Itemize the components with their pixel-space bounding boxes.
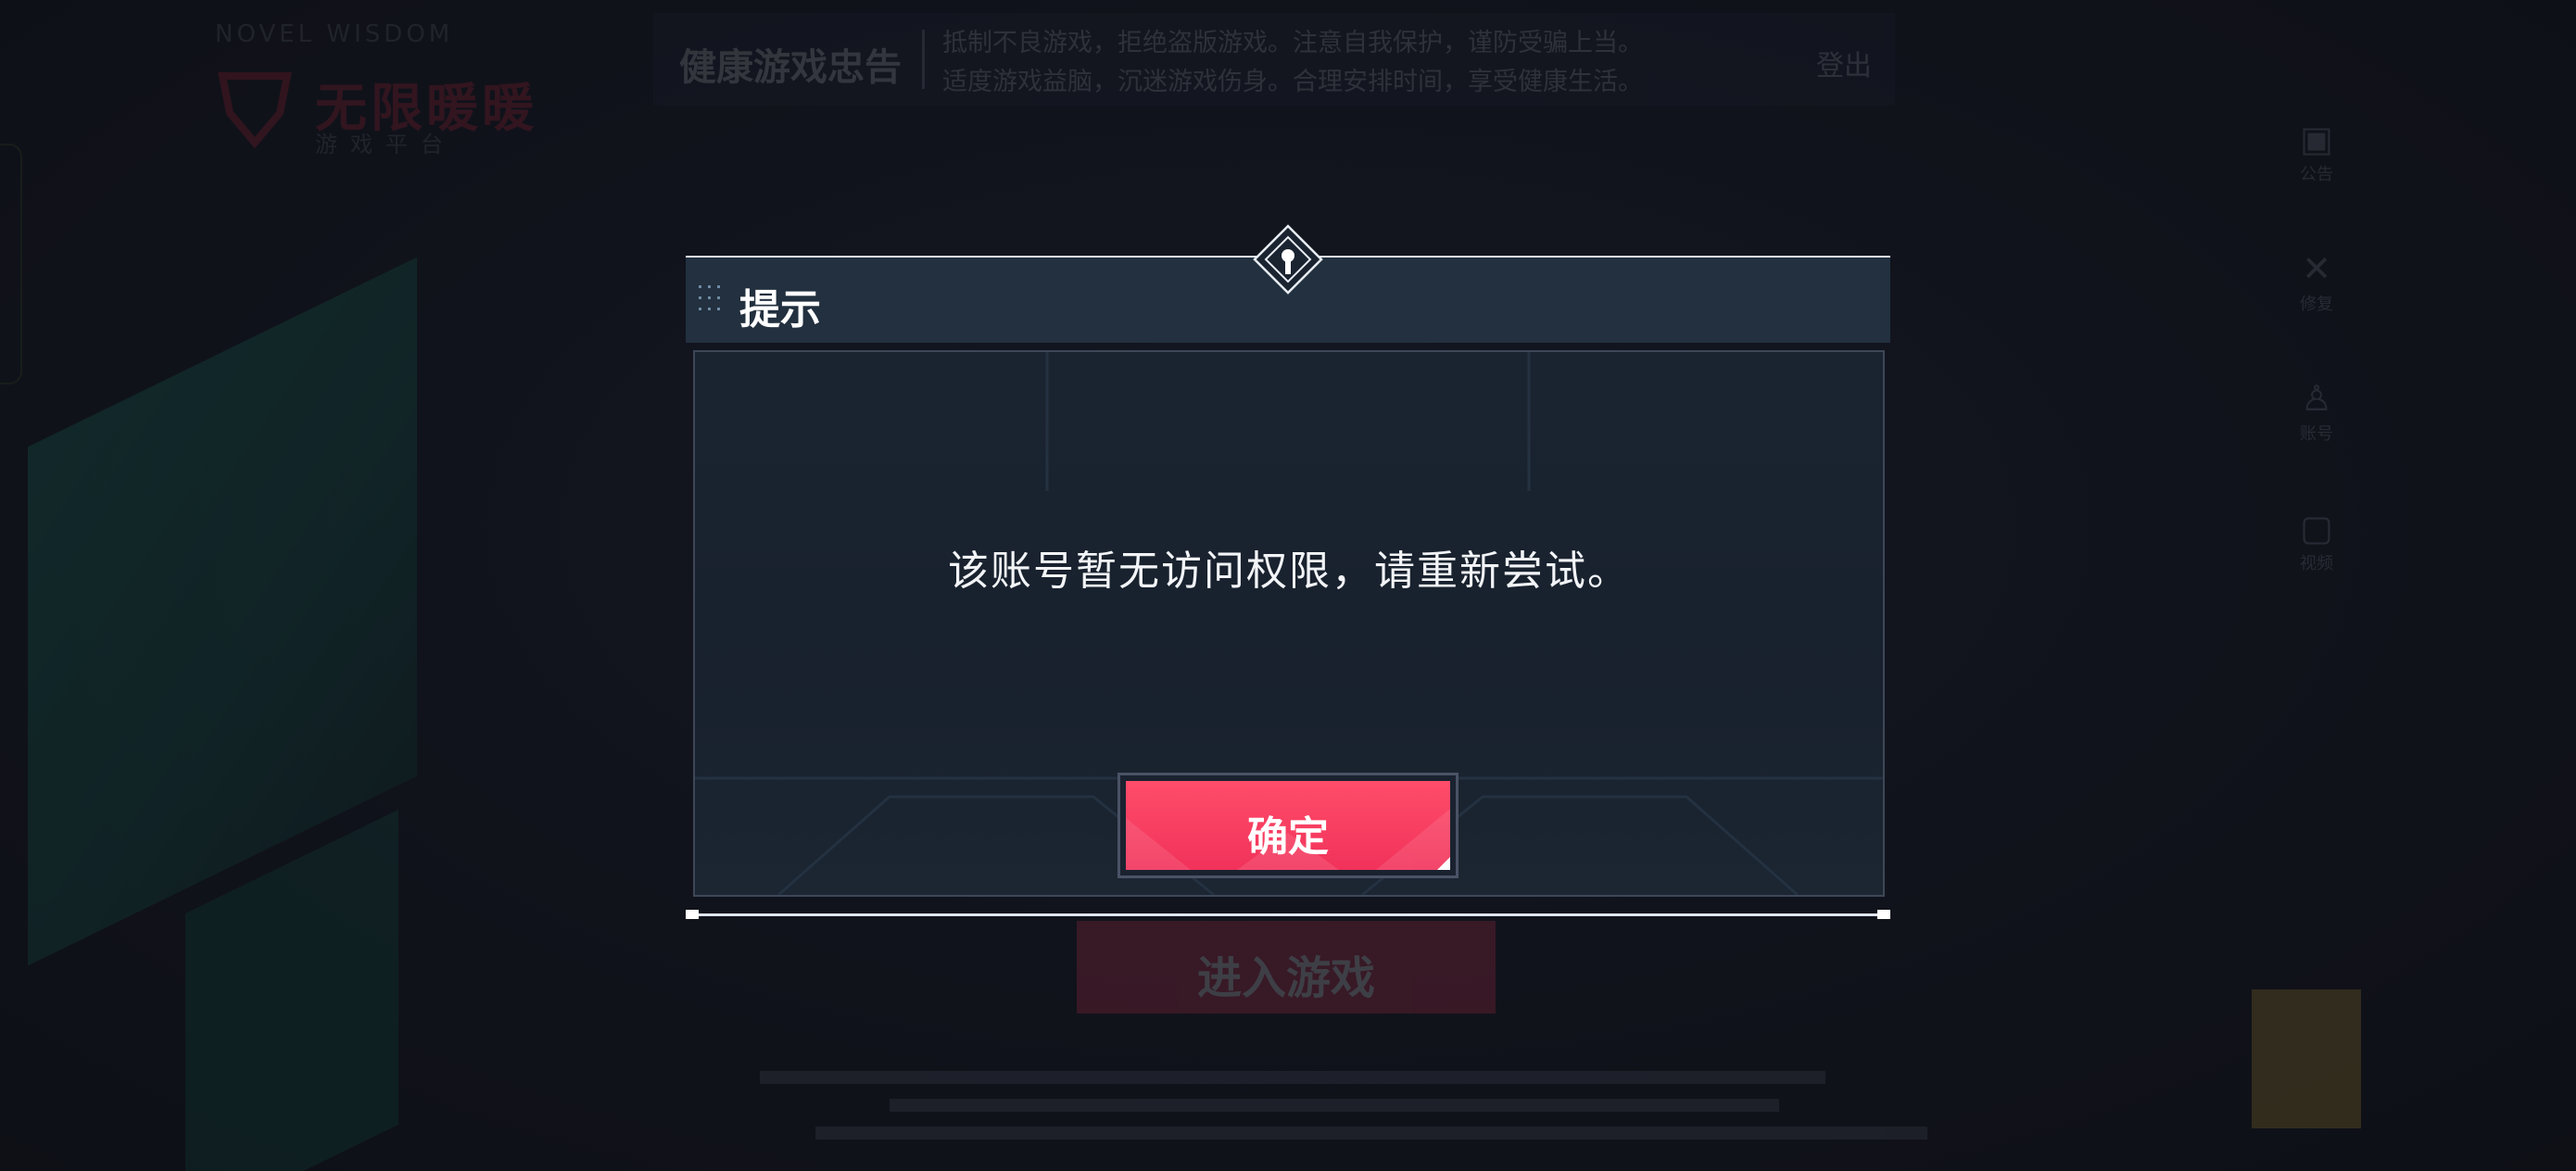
dialog-bottom-border xyxy=(686,913,1890,916)
confirm-button-face[interactable]: 确定 xyxy=(1126,781,1450,870)
confirm-label: 确定 xyxy=(1247,813,1329,861)
diamond-ornament-icon xyxy=(1253,224,1323,295)
drag-dots-icon xyxy=(699,285,720,310)
dialog-message: 该账号暂无访问权限，请重新尝试。 xyxy=(948,548,1630,595)
confirm-button[interactable]: 确定 xyxy=(1118,773,1458,878)
dialog-title: 提示 xyxy=(739,286,821,334)
corner-mark-right xyxy=(1877,910,1890,919)
game-launcher-screen: NOVEL WISDOM 无限暖暖 游戏平台 健康游戏忠告 抵制不良游戏，拒绝盗… xyxy=(0,0,2576,1171)
alert-dialog: 提示 该账号暂无访问权限，请重新尝试。 确定 xyxy=(686,224,1890,919)
corner-mark-left xyxy=(686,910,699,919)
